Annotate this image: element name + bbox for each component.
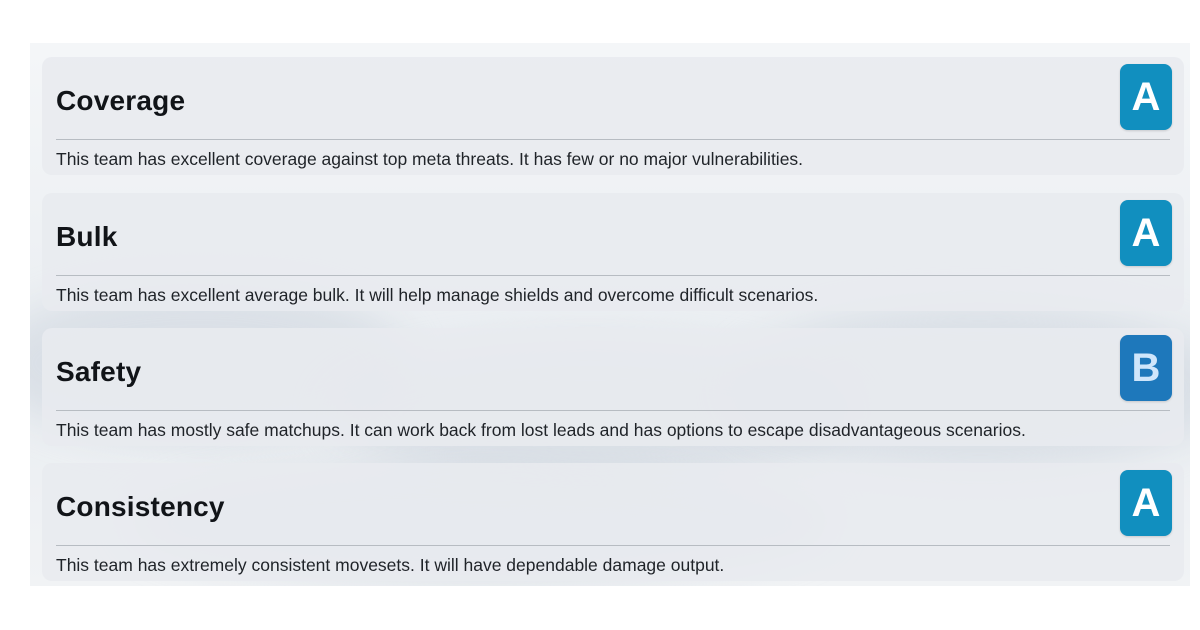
rating-card-consistency: Consistency A This team has extremely co… — [42, 463, 1184, 581]
rating-title: Coverage — [56, 85, 186, 116]
grade-badge: B — [1120, 335, 1172, 401]
rating-card-coverage: Coverage A This team has excellent cover… — [42, 57, 1184, 175]
grade-badge: A — [1120, 470, 1172, 536]
grade-badge: A — [1120, 64, 1172, 130]
rating-description: This team has excellent coverage against… — [56, 149, 804, 169]
rating-description: This team has excellent average bulk. It… — [56, 285, 819, 305]
rating-description: This team has extremely consistent moves… — [56, 555, 725, 575]
rating-card-safety: Safety B This team has mostly safe match… — [42, 328, 1184, 446]
divider — [56, 545, 1170, 546]
team-ratings-panel: Coverage A This team has excellent cover… — [30, 43, 1190, 586]
rating-title: Consistency — [56, 491, 225, 522]
rating-card-bulk: Bulk A This team has excellent average b… — [42, 193, 1184, 311]
rating-title: Bulk — [56, 221, 118, 252]
rating-title: Safety — [56, 356, 142, 387]
rating-description: This team has mostly safe matchups. It c… — [56, 420, 1026, 440]
grade-badge: A — [1120, 200, 1172, 266]
divider — [56, 275, 1170, 276]
divider — [56, 410, 1170, 411]
divider — [56, 139, 1170, 140]
